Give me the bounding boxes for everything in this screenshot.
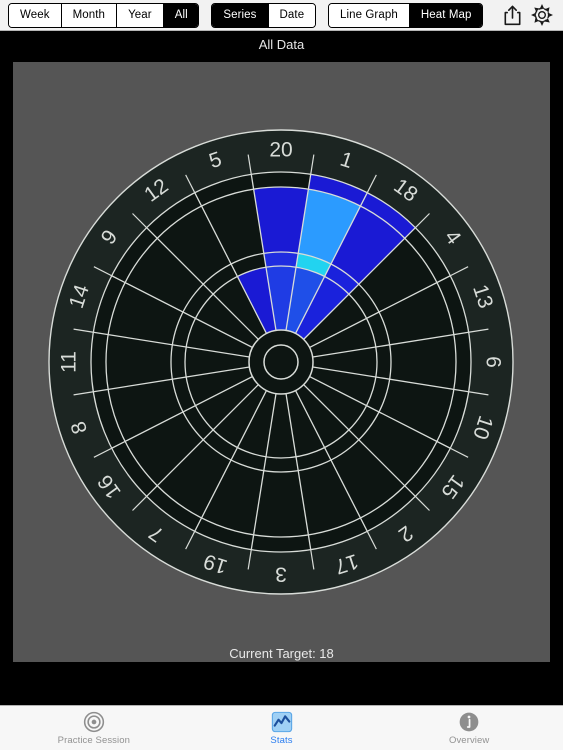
page-title-text: All Data bbox=[258, 36, 305, 52]
tab-practice-session[interactable]: Practice Session bbox=[0, 710, 188, 746]
top-toolbar: Week Month Year All Series Date Line Gra… bbox=[0, 0, 563, 31]
sector-number: 3 bbox=[275, 563, 287, 586]
range-segmented-control[interactable]: Week Month Year All bbox=[8, 2, 200, 28]
bottom-tab-bar: Practice Session Stats Overview bbox=[0, 705, 563, 750]
segment-date[interactable]: Date bbox=[268, 3, 315, 27]
sector-number: 20 bbox=[269, 139, 292, 162]
heatmap-plot-area[interactable]: 20 1 18 4 13 6 10 15 2 17 3 19 7 16 8 11 14 9 12 5 bbox=[13, 62, 550, 662]
segment-year[interactable]: Year bbox=[117, 3, 164, 27]
view-segmented-control[interactable]: Line Graph Heat Map bbox=[327, 2, 484, 28]
sector-number: 11 bbox=[58, 351, 81, 373]
page-title: All Data bbox=[0, 31, 563, 57]
sector-number: 6 bbox=[482, 356, 505, 368]
tab-stats[interactable]: Stats bbox=[188, 710, 376, 746]
heat-cell[interactable] bbox=[263, 252, 299, 268]
tab-label-stats: Stats bbox=[270, 735, 293, 746]
chart-icon bbox=[271, 710, 293, 734]
current-target-text: Current Target: 18 bbox=[229, 646, 334, 661]
dartboard-heatmap[interactable]: 20 11841361015217319716811149125 bbox=[13, 62, 550, 662]
current-target-label: Current Target: 18 bbox=[0, 646, 563, 661]
tab-label-practice-session: Practice Session bbox=[57, 735, 131, 746]
tab-overview[interactable]: Overview bbox=[375, 710, 563, 746]
segment-all[interactable]: All bbox=[163, 3, 199, 27]
segment-month[interactable]: Month bbox=[61, 3, 118, 27]
inner-bull[interactable] bbox=[263, 344, 299, 380]
mode-segmented-control[interactable]: Series Date bbox=[211, 2, 316, 28]
tab-label-overview: Overview bbox=[448, 735, 490, 746]
segment-series[interactable]: Series bbox=[212, 3, 269, 27]
segment-line-graph[interactable]: Line Graph bbox=[328, 3, 410, 27]
gear-icon[interactable] bbox=[529, 2, 555, 28]
segment-week[interactable]: Week bbox=[9, 3, 62, 27]
target-icon bbox=[83, 710, 105, 734]
chart-stage: 20 1 18 4 13 6 10 15 2 17 3 19 7 16 8 11 14 9 12 5 Current … bbox=[0, 57, 563, 671]
segment-heat-map[interactable]: Heat Map bbox=[409, 3, 483, 27]
info-icon bbox=[458, 710, 480, 734]
share-icon[interactable] bbox=[499, 2, 525, 28]
